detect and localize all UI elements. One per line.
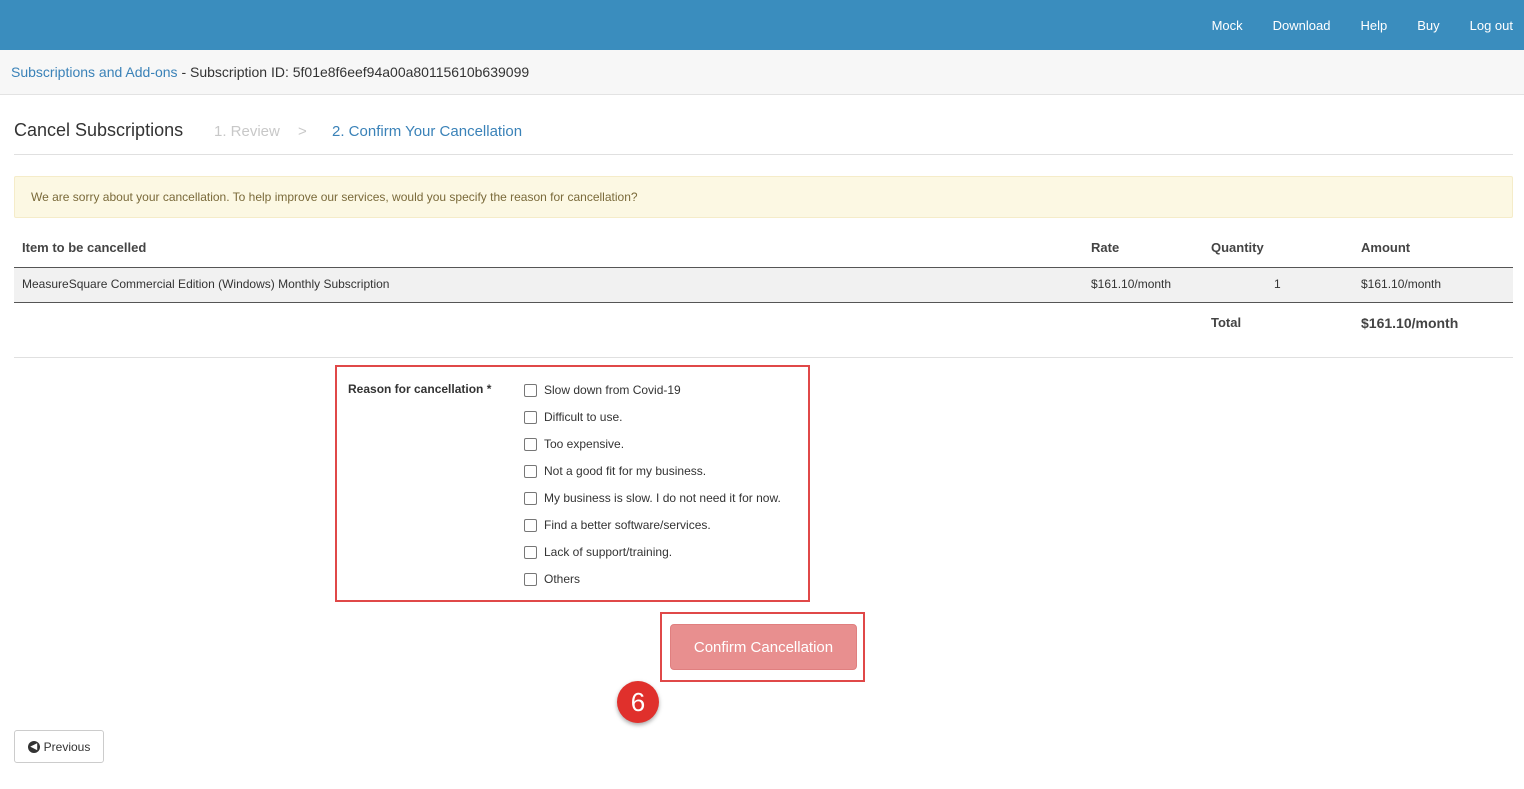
reason-option-label: Others (544, 572, 581, 586)
header-quantity: Quantity (1211, 240, 1264, 255)
nav-logout-link[interactable]: Log out (1470, 18, 1513, 33)
subscription-id: Subscription ID: 5f01e8f6eef94a00a801156… (190, 64, 530, 80)
arrow-left-circle-icon: ◀ (27, 740, 40, 753)
reason-checkbox-others[interactable] (524, 572, 537, 586)
top-nav-menu: Mock Download Help Buy Log out (1182, 0, 1513, 50)
row-quantity: 1 (1274, 277, 1281, 291)
reason-option-label: Not a good fit for my business. (544, 464, 707, 478)
row-amount: $161.10/month (1361, 277, 1442, 291)
nav-help-link[interactable]: Help (1360, 18, 1387, 33)
reason-checkbox-not-fit[interactable] (524, 464, 537, 478)
breadcrumb-separator: - (177, 64, 191, 80)
page-title: Cancel Subscriptions (14, 120, 184, 140)
divider (14, 357, 1513, 358)
nav-mock-link[interactable]: Mock (1212, 18, 1243, 33)
breadcrumb-bar: Subscriptions and Add-ons - Subscription… (0, 50, 1524, 95)
nav-buy-link[interactable]: Buy (1417, 18, 1439, 33)
confirm-cancellation-button[interactable]: Confirm Cancellation (670, 624, 857, 670)
wizard-header: Cancel Subscriptions 1. Review > 2. Conf… (14, 118, 1513, 155)
reason-option-better-software[interactable]: Find a better software/services. (524, 515, 711, 535)
reason-highlight-box (335, 365, 810, 602)
step-number-badge: 6 (617, 681, 659, 723)
reason-option-label: My business is slow. I do not need it fo… (544, 491, 781, 505)
reason-option-others[interactable]: Others (524, 569, 580, 589)
step-confirm: 2. Confirm Your Cancellation (332, 123, 523, 140)
reason-checkbox-business-slow[interactable] (524, 491, 537, 505)
reason-option-difficult[interactable]: Difficult to use. (524, 407, 622, 427)
reason-option-support[interactable]: Lack of support/training. (524, 542, 672, 562)
reason-option-not-fit[interactable]: Not a good fit for my business. (524, 461, 706, 481)
header-rate: Rate (1091, 240, 1120, 255)
reason-option-label: Too expensive. (544, 437, 625, 451)
reason-checkbox-covid[interactable] (524, 383, 537, 397)
reason-checkbox-support[interactable] (524, 545, 537, 559)
reason-label: Reason for cancellation * (348, 382, 492, 396)
reason-option-covid[interactable]: Slow down from Covid-19 (524, 380, 681, 400)
reason-option-label: Difficult to use. (544, 410, 623, 424)
previous-button[interactable]: ◀ Previous (14, 730, 104, 763)
reason-option-label: Slow down from Covid-19 (544, 383, 681, 397)
total-label: Total (1211, 315, 1242, 330)
header-amount: Amount (1361, 240, 1411, 255)
nav-download-link[interactable]: Download (1273, 18, 1331, 33)
reason-checkbox-difficult[interactable] (524, 410, 537, 424)
reason-checkbox-better-software[interactable] (524, 518, 537, 532)
breadcrumb: Subscriptions and Add-ons - Subscription… (11, 64, 529, 80)
header-item: Item to be cancelled (22, 240, 147, 255)
breadcrumb-subscriptions-link[interactable]: Subscriptions and Add-ons (11, 64, 178, 80)
row-rate: $161.10/month (1091, 277, 1172, 291)
row-item: MeasureSquare Commercial Edition (Window… (22, 277, 390, 291)
top-navbar: Mock Download Help Buy Log out (0, 0, 1524, 50)
cancellation-alert: We are sorry about your cancellation. To… (14, 176, 1513, 218)
step-review: 1. Review (214, 123, 280, 140)
reason-option-expensive[interactable]: Too expensive. (524, 434, 624, 454)
previous-button-label: Previous (43, 739, 91, 754)
reason-checkbox-expensive[interactable] (524, 437, 537, 451)
reason-option-label: Find a better software/services. (544, 518, 711, 532)
total-value: $161.10/month (1361, 315, 1459, 331)
step-separator: > (298, 123, 307, 140)
reason-option-business-slow[interactable]: My business is slow. I do not need it fo… (524, 488, 781, 508)
reason-option-label: Lack of support/training. (544, 545, 673, 559)
